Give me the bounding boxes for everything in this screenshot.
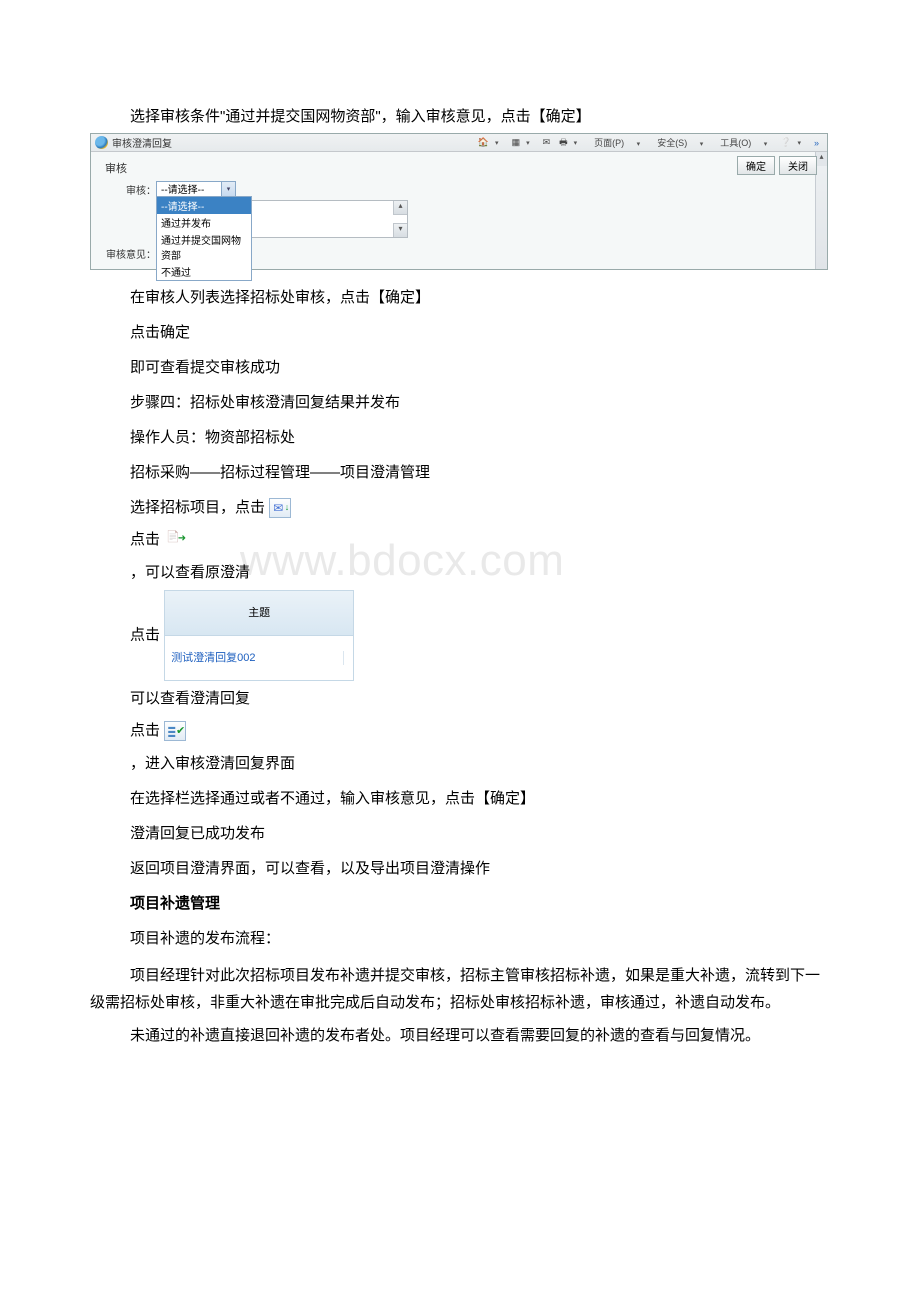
option-placeholder[interactable]: --请选择-- bbox=[157, 197, 251, 214]
audit-label: 审核： bbox=[101, 180, 156, 197]
close-button[interactable]: 关闭 bbox=[779, 156, 817, 175]
paragraph: 项目补遗的发布流程： bbox=[130, 921, 830, 956]
paragraph: 在审核人列表选择招标处审核，点击【确定】 bbox=[130, 280, 830, 315]
envelope-down-icon[interactable] bbox=[269, 498, 291, 518]
audit-select[interactable]: --请选择-- ▾ --请选择-- 通过并发布 通过并提交国网物资部 不通过 bbox=[156, 180, 236, 198]
paragraph: 点击确定 bbox=[130, 315, 830, 350]
col-divider bbox=[343, 651, 347, 665]
tools-menu[interactable]: 工具(O) ▾ bbox=[712, 136, 775, 149]
page-menu[interactable]: 页面(P) ▾ bbox=[586, 136, 648, 149]
intro-paragraph: 选择审核条件"通过并提交国网物资部"，输入审核意见，点击【确定】 bbox=[130, 105, 830, 129]
paragraph: 项目经理针对此次招标项目发布补遗并提交审核，招标主管审核招标补遗，如果是重大补遗… bbox=[90, 962, 830, 1016]
paragraph: 步骤四：招标处审核澄清回复结果并发布 bbox=[130, 385, 830, 420]
subject-header: 主题 bbox=[165, 591, 353, 636]
confirm-button[interactable]: 确定 bbox=[737, 156, 775, 175]
mail-icon[interactable]: ✉ bbox=[539, 138, 555, 147]
paragraph: 即可查看提交审核成功 bbox=[130, 350, 830, 385]
doc-arrow-icon[interactable] bbox=[164, 530, 186, 550]
page-scroll-up-icon[interactable]: ▴ bbox=[816, 152, 827, 166]
section-heading: 项目补遗管理 bbox=[130, 886, 830, 921]
paragraph: 选择招标项目，点击 bbox=[130, 490, 830, 525]
scroll-down-icon[interactable]: ▾ bbox=[393, 223, 407, 237]
section-title: 审核 bbox=[105, 160, 815, 176]
option-pass-publish[interactable]: 通过并发布 bbox=[157, 214, 251, 231]
dialog-title: 审核澄清回复 bbox=[112, 135, 172, 150]
paragraph: 招标采购——招标过程管理——项目澄清管理 bbox=[130, 455, 830, 490]
paragraph: 可以查看澄清回复 bbox=[130, 681, 830, 716]
option-pass-submit[interactable]: 通过并提交国网物资部 bbox=[157, 231, 251, 263]
subject-table: 主题 测试澄清回复002 bbox=[164, 590, 354, 681]
opinion-label: 审核意见： bbox=[101, 244, 156, 261]
safety-menu[interactable]: 安全(S) ▾ bbox=[649, 136, 711, 149]
subject-link[interactable]: 测试澄清回复002 bbox=[171, 638, 255, 678]
option-reject[interactable]: 不通过 bbox=[157, 263, 251, 280]
paragraph: 未通过的补遗直接退回补遗的发布者处。项目经理可以查看需要回复的补遗的查看与回复情… bbox=[90, 1022, 830, 1049]
dialog-titlebar: 审核澄清回复 🏠▾ ▦▾ ✉ 🖶▾ 页面(P) ▾ 安全(S) ▾ 工具(O) … bbox=[91, 134, 827, 152]
paragraph: 澄清回复已成功发布 bbox=[130, 816, 830, 851]
paragraph: 点击 主题 测试澄清回复002 bbox=[130, 590, 830, 681]
paragraph: 点击 bbox=[130, 525, 830, 555]
form-check-icon[interactable] bbox=[164, 721, 186, 741]
scroll-up-icon[interactable]: ▴ bbox=[393, 201, 407, 215]
paragraph: 操作人员：物资部招标处 bbox=[130, 420, 830, 455]
expand-icon[interactable]: » bbox=[810, 138, 823, 148]
dropdown-arrow-icon[interactable]: ▾ bbox=[221, 182, 235, 196]
paragraph: ，进入审核澄清回复界面 bbox=[130, 746, 830, 781]
ie-command-bar: 🏠▾ ▦▾ ✉ 🖶▾ 页面(P) ▾ 安全(S) ▾ 工具(O) ▾ ❔▾ » bbox=[474, 136, 823, 149]
paragraph: 在选择栏选择通过或者不通过，输入审核意见，点击【确定】 bbox=[130, 781, 830, 816]
feed-icon[interactable]: ▦▾ bbox=[508, 138, 538, 147]
select-options[interactable]: --请选择-- 通过并发布 通过并提交国网物资部 不通过 bbox=[156, 196, 252, 281]
paragraph: 返回项目澄清界面，可以查看，以及导出项目澄清操作 bbox=[130, 851, 830, 886]
paragraph: ，可以查看原澄清 www.bdocx.com bbox=[130, 555, 830, 590]
ie-icon bbox=[95, 136, 108, 149]
print-icon[interactable]: 🖶▾ bbox=[555, 138, 585, 147]
paragraph: 点击 bbox=[130, 716, 830, 746]
home-icon[interactable]: 🏠▾ bbox=[474, 138, 507, 147]
select-current-value: --请选择-- bbox=[161, 181, 204, 196]
dialog-body: 审核 确定 关闭 审核： --请选择-- ▾ - bbox=[91, 152, 827, 269]
audit-dialog-screenshot: 审核澄清回复 🏠▾ ▦▾ ✉ 🖶▾ 页面(P) ▾ 安全(S) ▾ 工具(O) … bbox=[90, 133, 828, 270]
help-icon[interactable]: ❔▾ bbox=[776, 138, 809, 147]
